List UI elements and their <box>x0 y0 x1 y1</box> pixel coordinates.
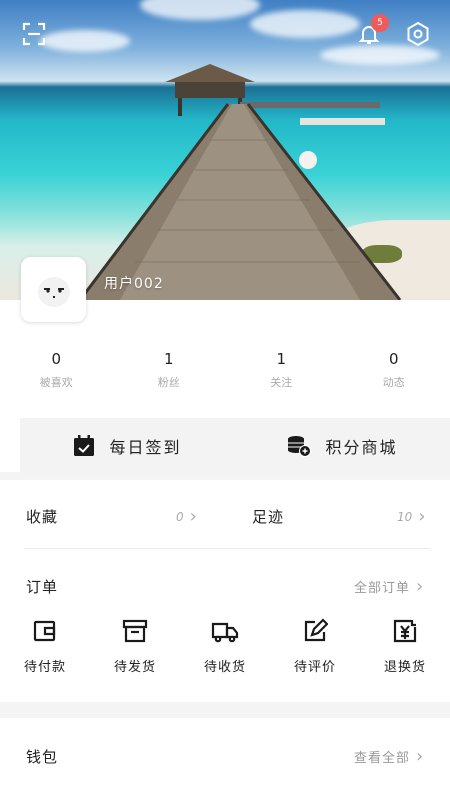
orders-header: 订单 <box>26 576 58 597</box>
coins-icon <box>288 436 312 457</box>
wallet-view-all-label: 查看全部 <box>354 751 411 766</box>
chevron-right-icon: › <box>416 745 424 767</box>
quick-actions: 每日签到 积分商城 <box>20 418 450 474</box>
footprints-label: 足迹 <box>252 508 285 526</box>
order-label: 待评价 <box>293 660 336 675</box>
footprints-row[interactable]: 足迹 <box>252 506 284 527</box>
order-pending-receipt[interactable]: 待收货 <box>180 618 270 675</box>
stat-fans[interactable]: 1 粉丝 <box>113 350 226 390</box>
stat-label: 动态 <box>382 376 405 389</box>
all-orders-label: 全部订单 <box>354 581 411 596</box>
profile-cover-image: 5 <box>0 0 450 300</box>
order-label: 待付款 <box>23 660 66 675</box>
notification-badge: 5 <box>371 14 389 32</box>
stat-value: 0 <box>388 350 399 368</box>
refund-icon <box>393 619 417 643</box>
stat-following[interactable]: 1 关注 <box>225 350 338 390</box>
checkin-button[interactable]: 每日签到 <box>20 418 235 474</box>
checkin-label: 每日签到 <box>109 438 182 457</box>
avatar[interactable] <box>21 257 86 322</box>
stat-posts[interactable]: 0 动态 <box>338 350 450 390</box>
stat-label: 被喜欢 <box>39 376 73 389</box>
stat-label: 粉丝 <box>157 376 180 389</box>
footprints-count: 10 <box>397 510 413 524</box>
favorites-count: 0 <box>176 510 184 524</box>
scan-icon[interactable] <box>20 20 48 48</box>
footprints-count-group[interactable]: 10 › <box>397 508 425 526</box>
order-pending-review[interactable]: 待评价 <box>270 618 360 675</box>
calendar-check-icon <box>74 435 95 456</box>
all-orders-link[interactable]: 全部订单 › <box>354 577 423 596</box>
order-label: 待收货 <box>203 660 246 675</box>
order-label: 待发货 <box>113 660 156 675</box>
wallet-header: 钱包 <box>26 746 58 767</box>
stat-likes[interactable]: 0 被喜欢 <box>0 350 113 390</box>
truck-icon <box>211 622 239 643</box>
points-mall-button[interactable]: 积分商城 <box>235 418 450 474</box>
order-pending-payment[interactable]: 待付款 <box>0 618 90 675</box>
edit-icon <box>304 618 328 642</box>
order-label: 退换货 <box>383 660 426 675</box>
favorites-count-group[interactable]: 0 › <box>176 508 197 526</box>
stat-value: 1 <box>276 350 287 368</box>
username[interactable]: 用户002 <box>104 273 164 293</box>
order-status-list: 待付款 待发货 待收货 待评价 退换货 <box>0 618 450 675</box>
favorites-label: 收藏 <box>26 508 59 526</box>
order-pending-shipment[interactable]: 待发货 <box>90 618 180 675</box>
stat-label: 关注 <box>270 376 293 389</box>
stat-value: 1 <box>163 350 174 368</box>
wallet-title: 钱包 <box>26 748 59 766</box>
points-mall-label: 积分商城 <box>325 438 398 457</box>
ghost-avatar-icon <box>37 276 70 307</box>
divider <box>24 548 430 549</box>
orders-title: 订单 <box>26 578 59 596</box>
favorites-row[interactable]: 收藏 <box>26 506 58 527</box>
wallet-icon <box>33 620 56 642</box>
order-returns[interactable]: 退换货 <box>360 618 450 675</box>
box-icon <box>122 619 148 643</box>
chevron-right-icon: › <box>416 575 424 597</box>
chevron-right-icon: › <box>418 506 426 527</box>
wallet-view-all-link[interactable]: 查看全部 › <box>354 747 423 766</box>
settings-icon[interactable] <box>404 20 432 48</box>
chevron-right-icon: › <box>189 506 197 527</box>
profile-stats: 0 被喜欢 1 粉丝 1 关注 0 动态 <box>0 350 450 390</box>
stat-value: 0 <box>51 350 62 368</box>
